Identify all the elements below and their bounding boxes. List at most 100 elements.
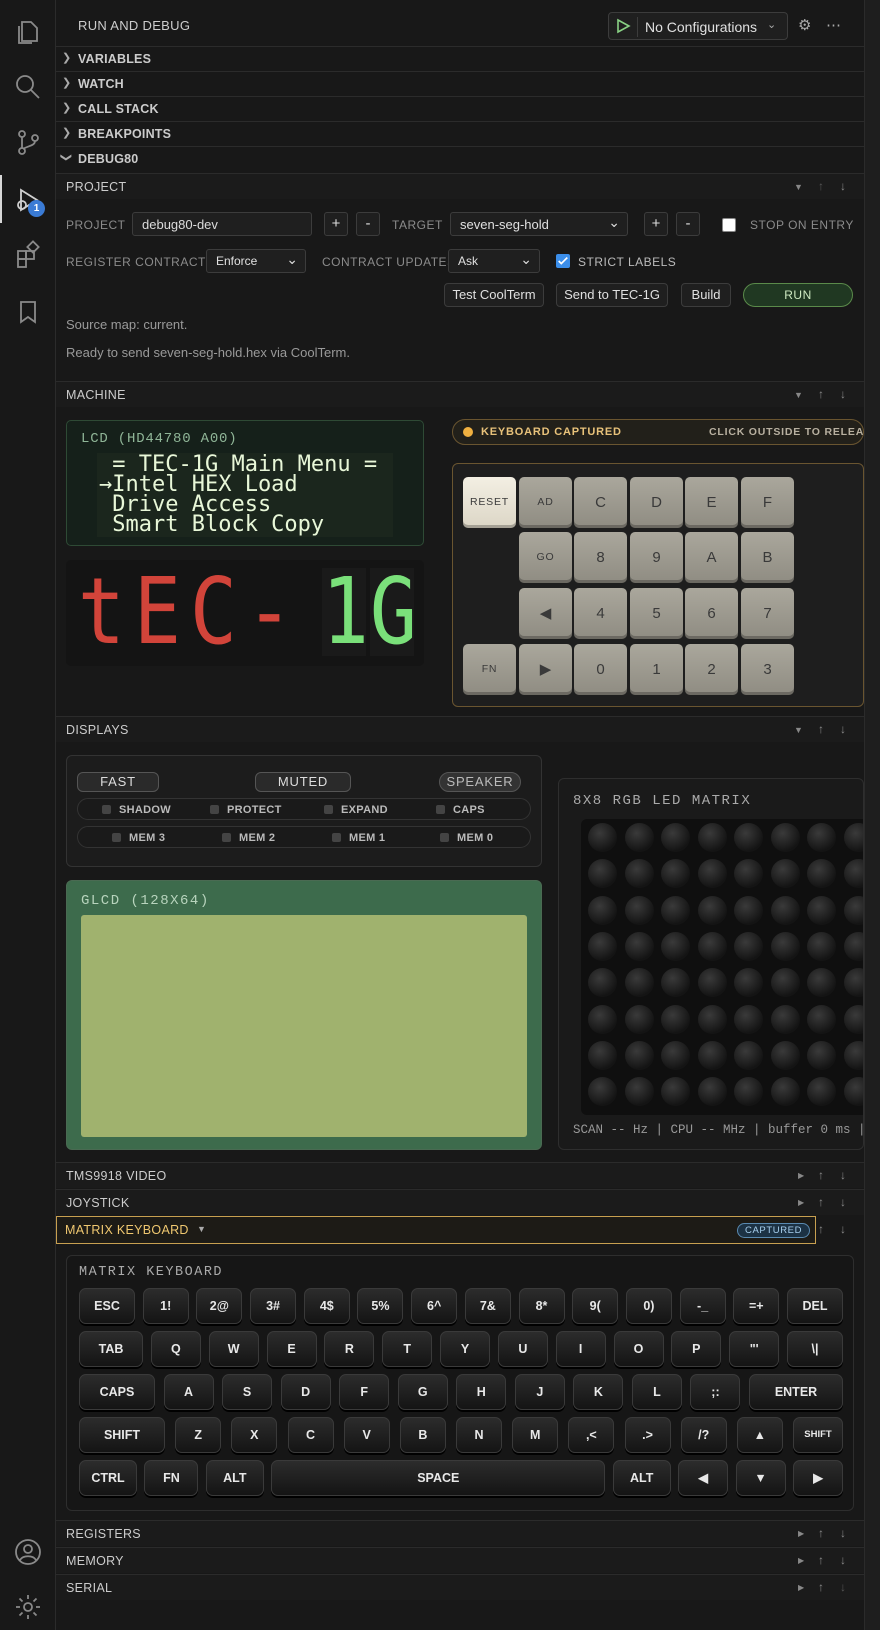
expand-caret-icon[interactable]: ▶: [798, 1583, 804, 1592]
key-r[interactable]: R: [324, 1331, 375, 1367]
key-6[interactable]: 6^: [411, 1288, 458, 1324]
key-z[interactable]: Z: [175, 1417, 222, 1453]
key-y[interactable]: Y: [440, 1331, 490, 1367]
key-hex[interactable]: 8: [574, 532, 627, 583]
move-down-icon[interactable]: ↓: [840, 1168, 846, 1182]
contract-updates-select[interactable]: Ask ⌄: [448, 249, 540, 273]
key-hex[interactable]: D: [630, 477, 683, 528]
key-1[interactable]: 1!: [142, 1288, 189, 1324]
remove-target-button[interactable]: -: [676, 212, 700, 236]
key-ctrl[interactable]: CTRL: [79, 1460, 137, 1496]
fast-toggle[interactable]: FAST: [77, 772, 159, 792]
launch-config-dropdown[interactable]: No Configurations ⌄: [608, 12, 788, 40]
key-4[interactable]: 4$: [303, 1288, 350, 1324]
collapse-caret-icon[interactable]: ▼: [794, 390, 803, 400]
matrix-keyboard-header[interactable]: MATRIX KEYBOARD ▼ CAPTURED: [56, 1216, 816, 1244]
move-down-icon[interactable]: ↓: [840, 387, 846, 401]
explorer-icon[interactable]: [13, 17, 43, 47]
key-u[interactable]: U: [497, 1331, 548, 1367]
key-v[interactable]: V: [343, 1417, 390, 1453]
build-button[interactable]: Build: [681, 283, 731, 307]
key-o[interactable]: O: [613, 1331, 664, 1367]
move-up-icon[interactable]: ↑: [818, 1195, 824, 1209]
key-symbol[interactable]: ;:: [690, 1374, 741, 1410]
expand-caret-icon[interactable]: ▶: [798, 1556, 804, 1565]
add-target-button[interactable]: +: [644, 212, 668, 236]
key-symbol[interactable]: ▼: [735, 1460, 786, 1496]
displays-header[interactable]: DISPLAYS ▼ ↑ ↓: [56, 716, 864, 742]
key-d[interactable]: D: [280, 1374, 331, 1410]
key-symbol[interactable]: .>: [624, 1417, 671, 1453]
key-space[interactable]: SPACE: [271, 1460, 606, 1496]
section-watch[interactable]: ❯ WATCH: [56, 71, 864, 96]
move-down-icon[interactable]: ↓: [840, 1526, 846, 1540]
key-hex[interactable]: 2: [685, 644, 738, 695]
key-hex[interactable]: A: [685, 532, 738, 583]
key-s[interactable]: S: [222, 1374, 273, 1410]
extensions-icon[interactable]: [13, 240, 43, 270]
key-i[interactable]: I: [555, 1331, 606, 1367]
expand-caret-icon[interactable]: ▶: [798, 1171, 804, 1180]
key-hex[interactable]: 1: [630, 644, 683, 695]
key-n[interactable]: N: [456, 1417, 502, 1453]
key-l[interactable]: L: [631, 1374, 682, 1410]
key-symbol[interactable]: \|: [787, 1331, 843, 1367]
key-hex[interactable]: C: [574, 477, 627, 528]
target-select[interactable]: seven-seg-hold ⌄: [450, 212, 628, 236]
key-alt[interactable]: ALT: [205, 1460, 264, 1496]
test-coolterm-button[interactable]: Test CoolTerm: [444, 283, 544, 307]
key-k[interactable]: K: [573, 1374, 624, 1410]
key-t[interactable]: T: [382, 1331, 433, 1367]
key-del[interactable]: DEL: [787, 1288, 843, 1324]
bookmark-icon[interactable]: [13, 297, 43, 327]
collapse-caret-icon[interactable]: ▼: [794, 182, 803, 192]
move-down-icon[interactable]: ↓: [840, 1553, 846, 1567]
key-caps[interactable]: CAPS: [79, 1374, 155, 1410]
key-go[interactable]: GO: [519, 532, 572, 583]
project-input[interactable]: debug80-dev: [132, 212, 312, 236]
key-9[interactable]: 9(: [572, 1288, 619, 1324]
move-up-icon[interactable]: ↑: [818, 1580, 824, 1594]
key-hex[interactable]: B: [741, 532, 794, 583]
move-down-icon[interactable]: ↓: [840, 722, 846, 736]
section-call-stack[interactable]: ❯ CALL STACK: [56, 96, 864, 121]
add-project-button[interactable]: +: [324, 212, 348, 236]
key-hex[interactable]: 5: [630, 588, 683, 639]
start-debug-icon[interactable]: [615, 18, 631, 34]
key-h[interactable]: H: [456, 1374, 507, 1410]
move-down-icon[interactable]: ↓: [840, 1580, 846, 1594]
registers-header[interactable]: REGISTERS ▶ ↑ ↓: [56, 1520, 864, 1546]
move-down-icon[interactable]: ↓: [840, 1222, 846, 1236]
key-a[interactable]: A: [163, 1374, 214, 1410]
key-symbol[interactable]: /?: [680, 1417, 727, 1453]
search-icon[interactable]: [13, 72, 43, 102]
key-hex[interactable]: 9: [630, 532, 683, 583]
key-symbol[interactable]: =+: [733, 1288, 780, 1324]
keyboard-captured-banner[interactable]: KEYBOARD CAPTURED CLICK OUTSIDE TO RELEA…: [452, 419, 879, 445]
key-ad[interactable]: AD: [519, 477, 572, 528]
speaker-indicator[interactable]: SPEAKER: [439, 772, 521, 792]
key-symbol[interactable]: "': [729, 1331, 780, 1367]
more-actions-icon[interactable]: ⋯: [826, 16, 842, 34]
gear-icon[interactable]: ⚙: [798, 16, 811, 34]
key-reset[interactable]: RESET: [463, 477, 516, 528]
key-p[interactable]: P: [671, 1331, 722, 1367]
section-variables[interactable]: ❯ VARIABLES: [56, 46, 864, 71]
move-up-icon[interactable]: ↑: [818, 387, 824, 401]
key-right[interactable]: ▶: [519, 644, 572, 695]
key-shift[interactable]: SHIFT: [79, 1417, 165, 1453]
key-fn[interactable]: FN: [463, 644, 516, 695]
source-control-icon[interactable]: [13, 127, 43, 157]
move-down-icon[interactable]: ↓: [840, 179, 846, 193]
move-up-icon[interactable]: ↑: [818, 179, 824, 193]
key-m[interactable]: M: [512, 1417, 559, 1453]
machine-header[interactable]: MACHINE ▼ ↑ ↓: [56, 381, 864, 407]
key-b[interactable]: B: [399, 1417, 446, 1453]
remove-project-button[interactable]: -: [356, 212, 380, 236]
expand-caret-icon[interactable]: ▶: [798, 1198, 804, 1207]
key-g[interactable]: G: [397, 1374, 448, 1410]
key-fn[interactable]: FN: [144, 1460, 199, 1496]
move-up-icon[interactable]: ↑: [818, 1526, 824, 1540]
section-debug80[interactable]: ❯ DEBUG80: [56, 146, 864, 171]
register-contracts-select[interactable]: Enforce ⌄: [206, 249, 306, 273]
